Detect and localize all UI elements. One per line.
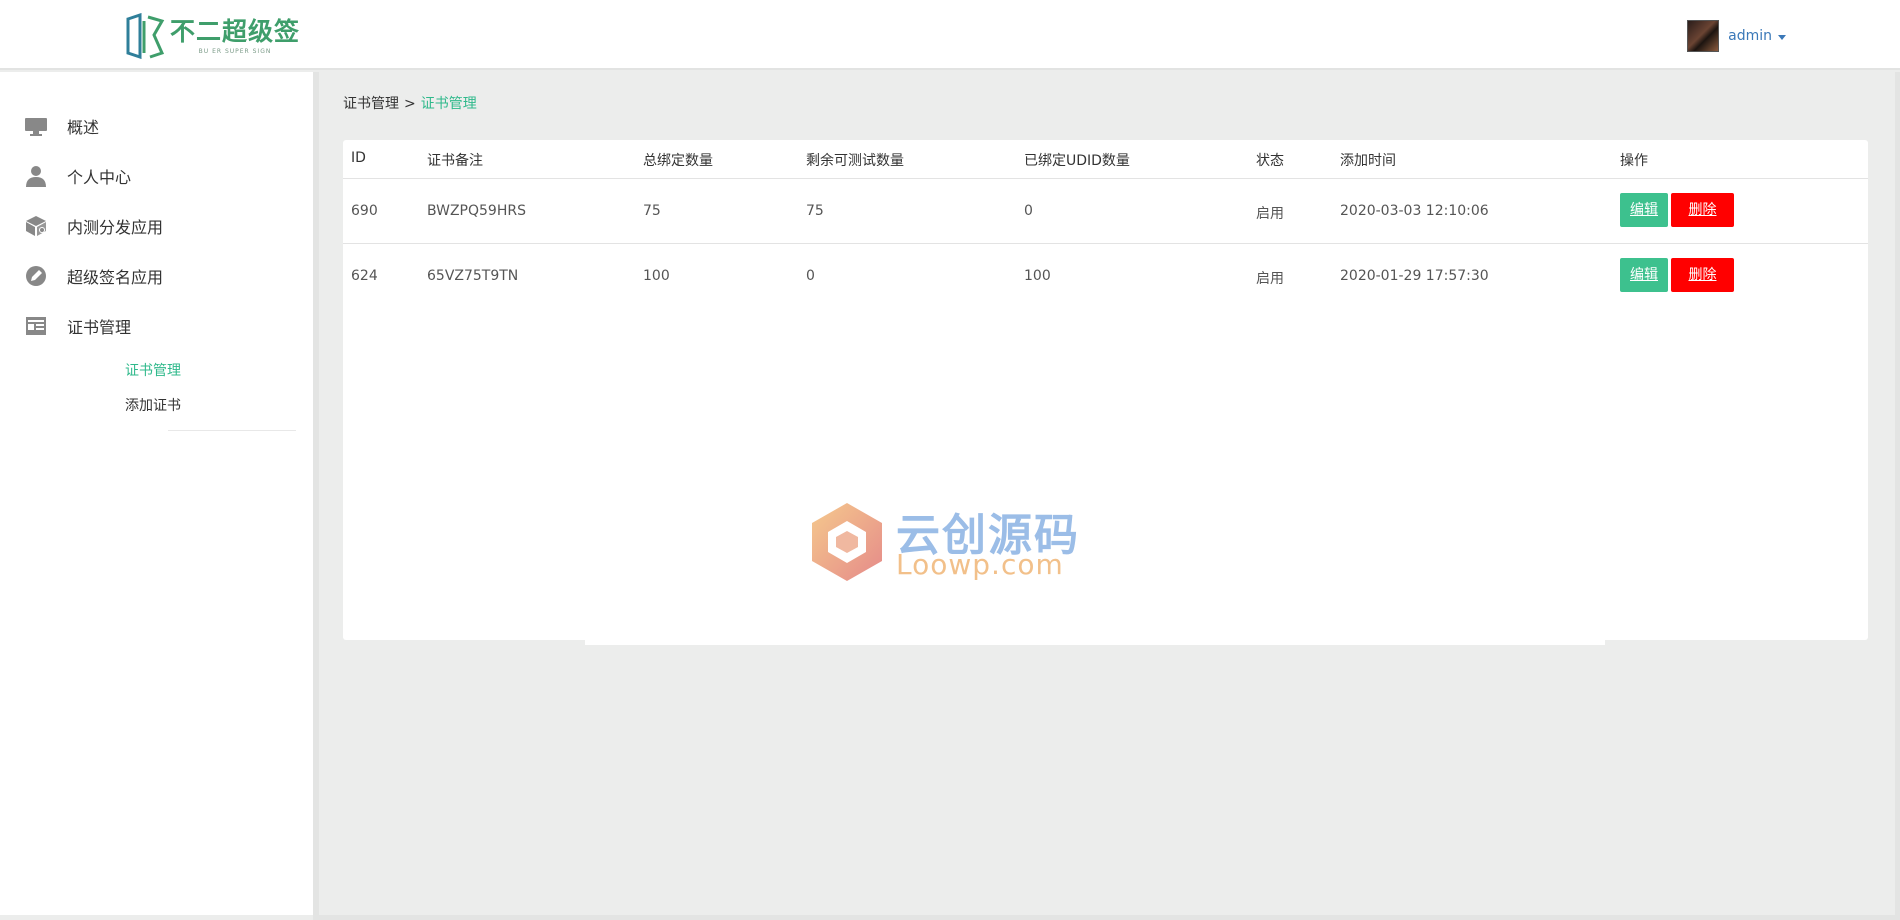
cell-id: 624 — [351, 268, 378, 284]
username: admin — [1728, 28, 1772, 44]
avatar — [1687, 20, 1720, 52]
pen-icon — [24, 264, 48, 288]
cell-status: 启用 — [1256, 206, 1284, 222]
scrollbar[interactable] — [1895, 72, 1900, 915]
column-header-id: ID — [351, 150, 366, 166]
breadcrumb-parent[interactable]: 证书管理 — [343, 96, 399, 112]
breadcrumb-separator: > — [404, 96, 416, 112]
column-header-bound: 已绑定UDID数量 — [1024, 153, 1130, 169]
cell-actions: 编辑 删除 — [1620, 193, 1737, 227]
watermark: 云创源码 Loowp.com — [585, 497, 1605, 645]
sidebar-item-overview[interactable]: 概述 — [24, 111, 99, 141]
cell-total: 75 — [643, 203, 661, 219]
cell-time: 2020-01-29 17:57:30 — [1340, 268, 1489, 284]
chevron-down-icon — [1778, 34, 1786, 40]
watermark-url: Loowp.com — [896, 548, 1064, 581]
cell-remaining: 75 — [806, 203, 824, 219]
cell-id: 690 — [351, 203, 378, 219]
column-header-remaining: 剩余可测试数量 — [806, 153, 904, 169]
column-header-total: 总绑定数量 — [643, 153, 713, 169]
sidebar-item-label: 内测分发应用 — [67, 218, 164, 237]
top-header: 不二超级签 BU ER SUPER SIGN admin — [0, 0, 1900, 70]
sidebar-item-profile[interactable]: 个人中心 — [24, 161, 131, 191]
sidebar-item-super-sign[interactable]: 超级签名应用 — [24, 261, 163, 291]
cell-time: 2020-03-03 12:10:06 — [1340, 203, 1489, 219]
delete-button[interactable]: 删除 — [1671, 258, 1734, 292]
sidebar-item-label: 证书管理 — [67, 318, 132, 337]
horizontal-scrollbar[interactable] — [313, 915, 1900, 920]
certificate-icon — [24, 314, 48, 338]
monitor-icon — [24, 114, 48, 138]
sidebar-item-label: 概述 — [67, 118, 100, 137]
column-header-note: 证书备注 — [427, 153, 483, 169]
cell-bound: 0 — [1024, 203, 1033, 219]
cell-note: 65VZ75T9TN — [427, 268, 519, 284]
sidebar-subitem-certificate-list[interactable]: 证书管理 — [125, 360, 181, 380]
breadcrumb: 证书管理 > 证书管理 — [343, 93, 477, 113]
divider — [168, 430, 296, 431]
sidebar: 概述 个人中心 内测分发应用 超级签名应用 证书管理 证书管理 添加证书 — [0, 72, 319, 915]
package-icon — [24, 214, 48, 238]
cell-status: 启用 — [1256, 271, 1284, 287]
user-menu[interactable]: admin — [1687, 20, 1786, 52]
column-header-actions: 操作 — [1620, 153, 1648, 169]
watermark-logo-icon — [812, 503, 882, 581]
sidebar-subitem-add-certificate[interactable]: 添加证书 — [125, 395, 181, 415]
cell-actions: 编辑 删除 — [1620, 258, 1737, 292]
edit-button[interactable]: 编辑 — [1620, 258, 1668, 292]
sidebar-item-label: 个人中心 — [67, 168, 132, 187]
logo-subtitle: BU ER SUPER SIGN — [198, 47, 272, 55]
cell-note: BWZPQ59HRS — [427, 203, 526, 219]
column-header-time: 添加时间 — [1340, 153, 1396, 169]
user-icon — [24, 164, 48, 188]
cell-bound: 100 — [1024, 268, 1051, 284]
table-header-row: ID 证书备注 总绑定数量 剩余可测试数量 已绑定UDID数量 状态 添加时间 … — [343, 140, 1868, 179]
app-logo[interactable]: 不二超级签 BU ER SUPER SIGN — [124, 13, 300, 59]
sidebar-item-label: 超级签名应用 — [67, 268, 164, 287]
cell-total: 100 — [643, 268, 670, 284]
table-row: 690 BWZPQ59HRS 75 75 0 启用 2020-03-03 12:… — [343, 179, 1868, 244]
edit-button[interactable]: 编辑 — [1620, 193, 1668, 227]
column-header-status: 状态 — [1256, 153, 1284, 169]
sidebar-item-certificates[interactable]: 证书管理 — [24, 311, 131, 341]
delete-button[interactable]: 删除 — [1671, 193, 1734, 227]
sidebar-item-beta-distribution[interactable]: 内测分发应用 — [24, 211, 163, 241]
breadcrumb-current: 证书管理 — [420, 96, 477, 112]
table-row: 624 65VZ75T9TN 100 0 100 启用 2020-01-29 1… — [343, 244, 1868, 308]
logo-mark-icon — [126, 13, 165, 59]
cell-remaining: 0 — [806, 268, 815, 284]
logo-title: 不二超级签 — [170, 16, 301, 46]
